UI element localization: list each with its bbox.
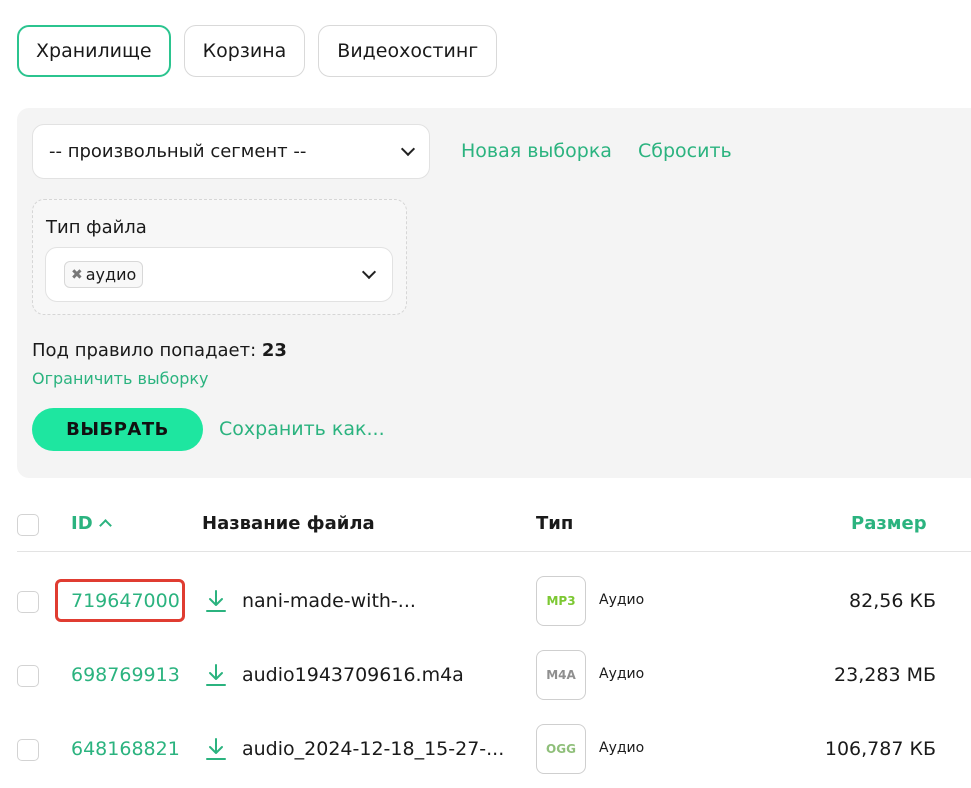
- file-type-select[interactable]: ✖ аудио: [45, 247, 393, 302]
- file-name[interactable]: audio_2024-12-18_15-27-...: [242, 738, 504, 760]
- chevron-down-icon: [361, 264, 377, 280]
- download-icon[interactable]: [205, 663, 227, 687]
- file-name[interactable]: nani-made-with-...: [242, 590, 416, 612]
- header-size[interactable]: Размер: [851, 513, 927, 534]
- save-as-link[interactable]: Сохранить как...: [219, 418, 385, 440]
- file-name[interactable]: audio1943709616.m4a: [242, 664, 464, 686]
- remove-chip-icon[interactable]: ✖: [71, 267, 83, 283]
- file-type-label: Аудио: [599, 666, 645, 682]
- tab-video-hosting[interactable]: Видеохостинг: [318, 25, 498, 77]
- tab-storage[interactable]: Хранилище: [17, 25, 171, 77]
- select-button[interactable]: ВЫБРАТЬ: [32, 408, 203, 451]
- sort-asc-icon: [98, 519, 112, 532]
- m4a-file-icon: M4A: [536, 650, 586, 700]
- table-header: ID Название файла Тип Размер: [17, 500, 971, 552]
- file-id-link[interactable]: 648168821: [71, 738, 180, 760]
- file-type-label: Аудио: [599, 592, 645, 608]
- storage-tabs: Хранилище Корзина Видеохостинг: [17, 25, 498, 77]
- reset-link[interactable]: Сбросить: [638, 140, 732, 162]
- file-type-chip-label: аудио: [85, 265, 137, 284]
- segment-select-value: -- произвольный сегмент --: [49, 141, 307, 162]
- header-id-label: ID: [71, 513, 93, 534]
- chevron-down-icon: [400, 141, 416, 157]
- file-size: 23,283 МБ: [834, 664, 936, 686]
- file-type-title: Тип файла: [46, 217, 147, 238]
- file-size: 82,56 КБ: [849, 590, 936, 612]
- mp3-file-icon: MP3: [536, 576, 586, 626]
- table-row[interactable]: 719647000 nani-made-with-... MP3 Аудио 8…: [17, 564, 971, 638]
- rule-count-value: 23: [261, 340, 287, 361]
- file-size: 106,787 КБ: [824, 738, 936, 760]
- row-checkbox[interactable]: [17, 665, 39, 687]
- select-all-checkbox[interactable]: [17, 514, 39, 536]
- table-row[interactable]: 698769913 audio1943709616.m4a M4A Аудио …: [17, 638, 971, 712]
- file-type-label: Аудио: [599, 740, 645, 756]
- download-icon[interactable]: [205, 737, 227, 761]
- tab-trash[interactable]: Корзина: [183, 25, 306, 77]
- file-type-chip: ✖ аудио: [64, 261, 144, 288]
- header-file-name[interactable]: Название файла: [202, 513, 375, 534]
- download-icon[interactable]: [205, 589, 227, 613]
- file-id-link[interactable]: 719647000: [71, 590, 180, 612]
- header-id[interactable]: ID: [71, 513, 112, 534]
- file-type-filter: Тип файла ✖ аудио: [32, 199, 407, 315]
- rule-count-label: Под правило попадает:: [32, 340, 257, 361]
- row-checkbox[interactable]: [17, 591, 39, 613]
- header-type[interactable]: Тип: [536, 513, 573, 534]
- new-selection-link[interactable]: Новая выборка: [461, 140, 612, 162]
- row-checkbox[interactable]: [17, 739, 39, 761]
- rule-count: Под правило попадает: 23: [32, 340, 287, 361]
- segment-select[interactable]: -- произвольный сегмент --: [32, 124, 430, 179]
- table-row[interactable]: 648168821 audio_2024-12-18_15-27-... OGG…: [17, 712, 971, 786]
- file-id-link[interactable]: 698769913: [71, 664, 180, 686]
- limit-selection-link[interactable]: Ограничить выборку: [32, 369, 209, 388]
- ogg-file-icon: OGG: [536, 724, 586, 774]
- filter-panel: -- произвольный сегмент -- Новая выборка…: [17, 108, 971, 478]
